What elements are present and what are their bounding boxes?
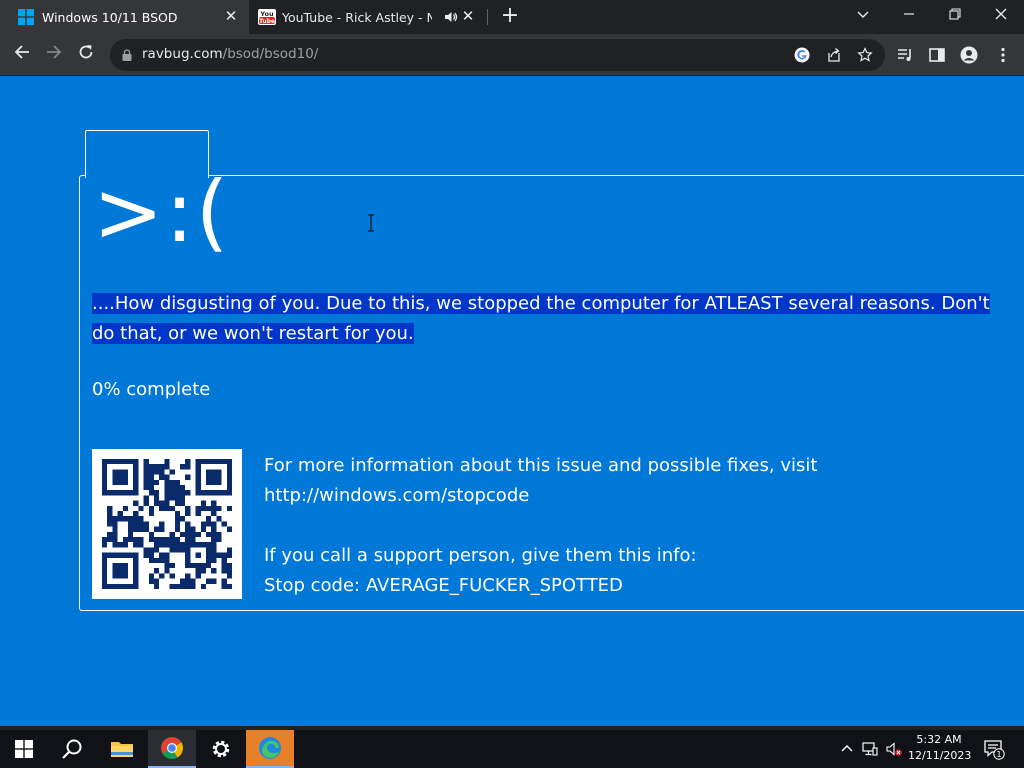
svg-text:You: You (259, 10, 274, 18)
close-tab-icon[interactable]: ✕ (223, 8, 239, 24)
svg-text:Tube: Tube (259, 18, 275, 25)
stopcode-link[interactable]: http://windows.com/stopcode (264, 481, 817, 511)
lock-icon[interactable] (122, 49, 132, 61)
back-button[interactable] (10, 43, 34, 67)
notification-icon: 1 (984, 740, 1005, 760)
sad-face: >:( (93, 163, 231, 261)
more-menu-icon[interactable] (994, 46, 1012, 64)
text-cursor-icon (368, 214, 374, 232)
browser-window: Windows 10/11 BSOD ✕ You Tube YouTube - … (0, 0, 1024, 730)
address-bar[interactable]: ravbug.com/bsod/bsod10/ (110, 39, 885, 71)
windows-logo-icon (18, 9, 34, 25)
search-button[interactable] (48, 730, 96, 768)
windows-start-icon (15, 740, 33, 758)
reload-button[interactable] (74, 43, 98, 67)
youtube-icon: You Tube (258, 9, 276, 25)
close-window-button[interactable] (988, 5, 1014, 27)
tab-search-icon[interactable] (850, 5, 876, 27)
error-message: ....How disgusting of you. Due to this, … (92, 289, 1007, 349)
edge-icon (259, 737, 281, 759)
browser-toolbar: ravbug.com/bsod/bsod10/ (0, 34, 1024, 76)
support-text: If you call a support person, give them … (264, 545, 697, 566)
tab-title: Windows 10/11 BSOD (42, 9, 178, 25)
search-icon (62, 739, 82, 759)
restore-button[interactable] (942, 5, 968, 27)
speaker-icon[interactable] (444, 10, 458, 24)
start-button[interactable] (0, 730, 48, 768)
volume-muted-icon[interactable] (886, 741, 902, 757)
google-icon[interactable] (794, 47, 810, 63)
minimize-button[interactable] (896, 5, 922, 27)
action-center-button[interactable]: 1 (974, 730, 1014, 768)
qr-code (92, 449, 242, 599)
system-clock[interactable]: 5:32 AM 12/11/2023 (908, 732, 972, 764)
tab-strip: Windows 10/11 BSOD ✕ You Tube YouTube - … (0, 0, 1024, 34)
info-block: For more information about this issue an… (264, 451, 817, 601)
share-icon[interactable] (826, 47, 842, 63)
info-text: For more information about this issue an… (264, 455, 818, 476)
tab-bsod[interactable]: Windows 10/11 BSOD ✕ (0, 0, 249, 34)
clock-time: 5:32 AM (916, 733, 962, 746)
forward-button[interactable] (42, 43, 66, 67)
chrome-icon (161, 737, 183, 759)
side-panel-icon[interactable] (928, 46, 946, 64)
url-text[interactable]: ravbug.com/bsod/bsod10/ (142, 46, 318, 62)
bsod-page: >:( ....How disgusting of you. Due to th… (0, 77, 1024, 730)
qr-code-image (102, 459, 232, 589)
new-tab-button[interactable]: + (500, 5, 520, 28)
chevron-up-icon[interactable] (839, 741, 855, 757)
tab-separator (487, 9, 488, 25)
clock-date: 12/11/2023 (908, 749, 972, 762)
stop-code: Stop code: AVERAGE_FUCKER_SPOTTED (264, 575, 623, 596)
notification-count: 1 (996, 750, 1001, 759)
bookmark-star-icon[interactable] (857, 47, 873, 63)
settings-button[interactable] (197, 730, 245, 768)
progress-text: 0% complete (92, 379, 211, 400)
folder-icon (111, 742, 133, 757)
gear-icon (212, 740, 230, 758)
tab-title: YouTube - Rick Astley - Never (282, 9, 432, 25)
url-path: /bsod/bsod10/ (222, 46, 319, 62)
taskbar: 5:32 AM 12/11/2023 1 (0, 730, 1024, 768)
network-icon[interactable] (862, 741, 878, 757)
chrome-taskbar-button[interactable] (148, 730, 196, 768)
media-control-icon[interactable] (896, 46, 914, 64)
selected-message-text: ....How disgusting of you. Due to this, … (92, 293, 990, 344)
close-tab-icon[interactable]: ✕ (460, 8, 476, 24)
url-domain: ravbug.com (142, 46, 223, 62)
profile-icon[interactable] (960, 46, 978, 64)
file-explorer-button[interactable] (98, 730, 146, 768)
tab-youtube[interactable]: You Tube YouTube - Rick Astley - Never ✕ (252, 0, 486, 34)
edge-taskbar-button[interactable] (246, 730, 294, 768)
